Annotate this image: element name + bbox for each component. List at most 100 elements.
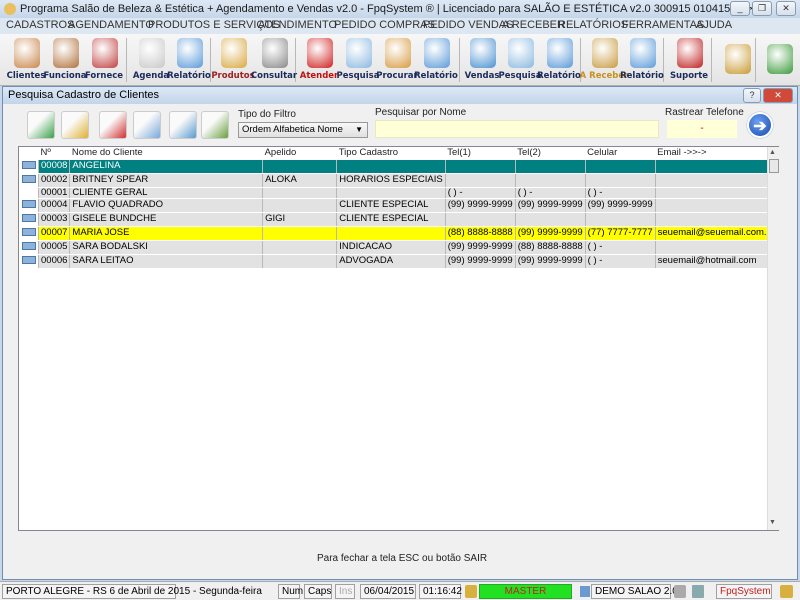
table-cell: ( ) - [585,187,656,199]
menu-ferramentas[interactable]: FERRAMENTAS [622,19,704,31]
scroll-thumb[interactable] [769,159,779,173]
toolbar-button-fornece[interactable]: Fornece [84,36,124,84]
client-card-icon [22,227,36,236]
window-title: Programa Salão de Beleza & Estética + Ag… [20,3,753,15]
toolbar-button-relat-rio[interactable]: Relatório [537,36,581,84]
table-row[interactable]: 00005 SARA BODALSKI INDICACAO (99) 9999-999… [20,240,779,255]
table-row[interactable]: 00004 FLAVIO QUADRADO CLIENTE ESPECIAL (99)… [20,198,779,213]
toolbar-button-relat-rio[interactable]: Relatório [414,36,458,84]
status-time: 01:16:42 [419,584,462,599]
column-header[interactable]: Tel(2) [515,148,586,160]
edit-document-icon[interactable] [61,111,89,139]
magnifier-icon [508,38,534,68]
table-cell [262,240,338,255]
toolbar-button-suporte[interactable]: Suporte [669,36,709,84]
toolbar-button-consultar[interactable]: Consultar [251,36,297,84]
status-bar: PORTO ALEGRE - RS 6 de Abril de 2015 - S… [0,581,800,600]
column-header[interactable]: Tipo Cadastro [336,148,446,160]
image-icon[interactable] [169,111,197,139]
search-input[interactable] [375,120,659,138]
table-row[interactable]: 00006 SARA LEITAO ADVOGADA (99) 9999-9999 (9… [20,254,779,269]
clients-table: Nº Nome do Cliente Apelido Tipo Cadastro Tel… [20,148,779,269]
menu-ajuda[interactable]: AJUDA [696,19,732,31]
column-header[interactable]: Celular [585,148,656,160]
table-cell [655,198,779,213]
table-cell [655,159,779,174]
toolbar-label: Suporte [669,71,709,81]
row-indicator [20,254,39,269]
status-brand: FpqSystem [716,584,772,599]
clock-icon [139,38,165,68]
table-row[interactable]: 00008 ANGELINA [20,159,779,174]
scroll-up-icon[interactable]: ▲ [769,149,776,156]
minimize-button[interactable]: _ [730,1,750,16]
menu-cadastros[interactable]: CADASTROS [6,19,74,31]
filter-select[interactable]: Ordem Alfabetica Nome ▼ [238,122,368,138]
vertical-scrollbar[interactable]: ▲ ▼ [767,147,779,530]
table-cell: (99) 9999-9999 [585,198,656,213]
table-cell [262,254,338,269]
menu-pedido-compras[interactable]: PEDIDO COMPRAS [334,19,435,31]
main-toolbar: Clientes Funciona Fornece Agenda Relatório Pr… [0,34,800,86]
footer-hint: Para fechar a tela ESC ou botão SAIR [317,553,488,564]
status-caps: Caps [304,584,332,599]
menu-pedido-vendas[interactable]: PEDIDO VENDAS [423,19,513,31]
table-row[interactable]: 00001 CLIENTE GERAL( ) -( ) -( ) - [20,187,779,199]
help-button[interactable]: ? [743,88,761,103]
table-cell [585,212,656,227]
table-cell: CLIENTE ESPECIAL [336,198,446,213]
table-cell: SARA LEITAO [69,254,264,269]
toolbar-label: Relatório [620,71,664,81]
row-indicator [20,240,39,255]
menu-relatorios[interactable]: RELATÓRIOS [558,19,628,31]
printer-icon[interactable] [674,585,686,598]
close-button[interactable]: ✕ [776,1,796,16]
table-cell [655,173,779,188]
column-header[interactable]: Nº [38,148,70,160]
table-cell [655,187,779,199]
row-indicator [20,226,39,241]
toolbar-button-relat-rio[interactable]: Relatório [620,36,664,84]
menu-agendamento[interactable]: AGENDAMENTO [68,19,154,31]
table-row[interactable]: 00007 MARIA JOSE (88) 8888-8888 (99) 9999-9… [20,226,779,241]
add-document-icon[interactable] [27,111,55,139]
computer-icon[interactable] [692,585,704,598]
window-title-bar: Programa Salão de Beleza & Estética + Ag… [0,0,800,18]
arrow-right-icon[interactable]: ➔ [747,112,773,138]
table-cell: ADVOGADA [336,254,446,269]
table-cell: 00007 [38,226,71,241]
chevron-down-icon: ▼ [355,125,363,134]
filter-value: Ordem Alfabetica Nome [242,124,343,135]
toolbar-button-produtos[interactable]: Produtos [211,36,255,84]
report-icon[interactable] [201,111,229,139]
table-cell [445,212,516,227]
client-card-icon [22,199,36,208]
column-header[interactable]: Tel(1) [445,148,516,160]
toolbar-button-relat-rio[interactable]: Relatório [167,36,211,84]
print-icon[interactable] [133,111,161,139]
toolbar-button-exit[interactable] [759,36,799,84]
coin-icon [725,44,751,74]
delete-document-icon[interactable] [99,111,127,139]
column-header[interactable]: Email ->>-> [655,148,778,160]
table-row[interactable]: 00003 GISELE BUNDCHE GIGI CLIENTE ESPECIAL [20,212,779,227]
table-cell: (99) 9999-9999 [515,254,586,269]
table-cell: seuemail@seuemail.com.br [655,226,779,241]
table-cell: seuemail@hotmail.com [655,254,779,269]
menu-a-receber[interactable]: A RECEBER [502,19,565,31]
column-header[interactable]: Nome do Cliente [69,148,263,160]
column-header[interactable]: Apelido [262,148,337,160]
phone-track-input[interactable]: - [667,120,737,138]
database-icon [580,586,590,597]
status-date: 06/04/2015 [360,584,416,599]
dialog-close-button[interactable]: ✕ [763,88,793,103]
scroll-down-icon[interactable]: ▼ [769,519,776,526]
toolbar-button-coin[interactable] [717,36,757,84]
table-row[interactable]: 00002 BRITNEY SPEAR ALOKA HORARIOS ESPECIAI… [20,173,779,188]
boxes-icon [221,38,247,68]
phone-track-label: Rastrear Telefone [665,107,744,118]
table-cell: MARIA JOSE [69,226,264,241]
menu-atendimento[interactable]: ATENDIMENTO [258,19,337,31]
support-icon [677,38,703,68]
maximize-button[interactable]: ❐ [752,1,772,16]
